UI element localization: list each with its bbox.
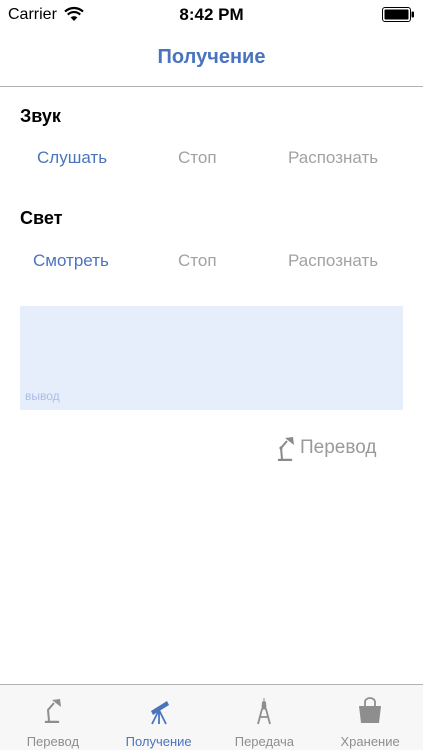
status-bar: Carrier 8:42 PM (0, 0, 423, 30)
output-placeholder: вывод (25, 389, 60, 403)
telescope-icon (150, 701, 169, 725)
sound-stop-button[interactable]: Стоп (178, 148, 217, 168)
translate-button[interactable]: Перевод (276, 434, 376, 462)
tab-translate[interactable]: Перевод (0, 685, 106, 750)
sound-controls: Слушать Стоп Распознать (0, 148, 423, 178)
eiffel-tower-icon (257, 698, 272, 725)
tab-label: Перевод (26, 734, 80, 749)
nav-bar: Получение (0, 30, 423, 87)
light-controls: Смотреть Стоп Распознать (0, 251, 423, 281)
tab-label: Хранение (340, 734, 400, 749)
light-section-title: Свет (20, 208, 63, 228)
tab-transmit[interactable]: Передача (212, 685, 318, 750)
desk-lamp-icon (277, 437, 294, 461)
tab-label: Получение (125, 734, 192, 749)
light-recognize-button[interactable]: Распознать (288, 251, 378, 271)
tab-label: Передача (234, 734, 295, 749)
bag-icon (359, 697, 382, 723)
status-time: 8:42 PM (179, 5, 244, 24)
sound-recognize-button[interactable]: Распознать (288, 148, 378, 168)
translate-label: Перевод (300, 437, 377, 458)
sound-section-title: Звук (20, 106, 61, 126)
light-stop-button[interactable]: Стоп (178, 251, 217, 271)
desk-lamp-icon (44, 699, 61, 723)
watch-button[interactable]: Смотреть (33, 251, 109, 271)
listen-button[interactable]: Слушать (37, 148, 107, 168)
output-textarea[interactable]: вывод (20, 306, 403, 410)
tab-storage[interactable]: Хранение (317, 685, 423, 750)
battery-icon (382, 7, 414, 22)
tab-receive[interactable]: Получение (106, 685, 212, 750)
tab-bar: Перевод Получение Передача Хранение (0, 684, 423, 750)
page-title: Получение (157, 46, 266, 68)
